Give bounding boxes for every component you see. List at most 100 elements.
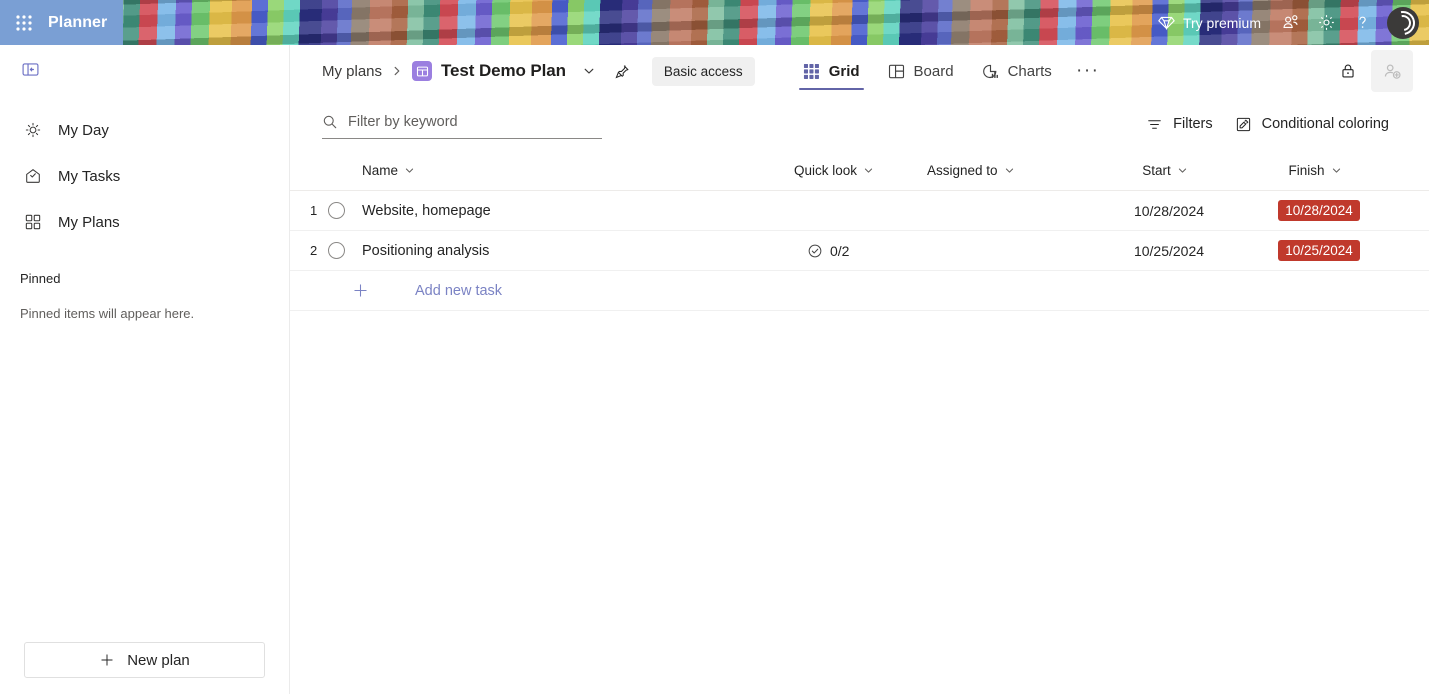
user-avatar[interactable] <box>1387 7 1419 39</box>
new-plan-label: New plan <box>127 652 190 669</box>
column-header-assigned-to[interactable]: Assigned to <box>927 163 1099 178</box>
cell-start-date[interactable]: 10/28/2024 <box>1099 203 1249 219</box>
filters-button[interactable]: Filters <box>1146 116 1212 133</box>
sidebar-item-label: My Plans <box>58 214 120 231</box>
filter-toolbar-right: Filters Conditional coloring <box>1146 116 1389 133</box>
task-name-label: Positioning analysis <box>362 243 489 259</box>
pinned-empty-message: Pinned items will appear here. <box>0 306 289 321</box>
try-premium-label: Try premium <box>1183 15 1261 31</box>
chevron-down-icon <box>863 165 874 176</box>
command-bar-right-actions <box>1331 50 1413 92</box>
plan-dropdown-chevron-down-icon[interactable] <box>576 58 602 84</box>
conditional-coloring-button[interactable]: Conditional coloring <box>1235 116 1389 133</box>
column-header-finish[interactable]: Finish <box>1249 163 1399 178</box>
chevron-down-icon <box>1331 165 1342 176</box>
charts-pie-icon <box>982 63 999 80</box>
tab-label: Grid <box>829 63 860 80</box>
search-field-wrapper <box>322 109 602 139</box>
task-grid: Name Quick look <box>290 151 1429 694</box>
question-mark-icon[interactable] <box>1345 6 1379 40</box>
tabs-overflow-menu-button[interactable]: ··· <box>1072 55 1104 87</box>
pin-icon[interactable] <box>608 56 638 86</box>
plus-icon <box>352 282 390 299</box>
table-row[interactable]: 1 Website, homepage 10/28/2024 10/28/2 <box>290 191 1429 231</box>
start-date-value: 10/25/2024 <box>1099 243 1249 259</box>
chevron-right-icon <box>391 65 403 77</box>
sidebar-item-label: My Tasks <box>58 168 120 185</box>
tasks-envelope-check-icon <box>22 165 44 187</box>
app-title: Planner <box>48 14 107 32</box>
column-header-name[interactable]: Name <box>362 163 794 178</box>
cell-start-date[interactable]: 10/25/2024 <box>1099 243 1249 259</box>
finish-date-overdue-badge: 10/28/2024 <box>1278 200 1360 221</box>
column-header-label: Start <box>1142 163 1171 178</box>
tab-charts[interactable]: Charts <box>968 45 1066 97</box>
waffle-grid-icon[interactable] <box>10 9 38 37</box>
view-tabs: Grid Board <box>789 45 1104 97</box>
finish-date-overdue-badge: 10/25/2024 <box>1278 240 1360 261</box>
column-header-start[interactable]: Start <box>1099 163 1249 178</box>
sidebar-collapse-row <box>0 45 289 93</box>
column-header-label: Assigned to <box>927 163 998 178</box>
sun-icon <box>22 119 44 141</box>
grid-icon <box>803 63 820 80</box>
cell-finish-date[interactable]: 10/25/2024 <box>1249 240 1399 261</box>
filter-toolbar: Filters Conditional coloring <box>290 97 1429 151</box>
task-complete-circle-icon[interactable] <box>328 242 345 259</box>
start-date-value: 10/28/2024 <box>1099 203 1249 219</box>
grid-empty-space <box>290 311 1429 694</box>
topbar-brand-area: Planner <box>0 0 123 45</box>
add-person-icon[interactable] <box>1371 50 1413 92</box>
horizontal-scrollbar[interactable] <box>290 688 1429 694</box>
app-shell: My Day My Tasks <box>0 45 1429 694</box>
breadcrumb-my-plans[interactable]: My plans <box>322 63 382 80</box>
page-title: Test Demo Plan <box>441 61 566 81</box>
add-new-task-label: Add new task <box>415 283 502 299</box>
row-index: 1 <box>290 203 328 218</box>
plan-grid-icon <box>412 61 432 81</box>
task-complete-circle-icon[interactable] <box>328 202 345 219</box>
plus-icon <box>99 652 115 668</box>
new-plan-button[interactable]: New plan <box>24 642 265 678</box>
top-app-bar: Planner Try premium <box>0 0 1429 45</box>
column-header-quick-look[interactable]: Quick look <box>794 163 927 178</box>
cell-task-name[interactable]: Website, homepage <box>362 203 794 219</box>
add-new-task-row[interactable]: Add new task <box>290 271 1429 311</box>
lock-icon[interactable] <box>1331 54 1365 88</box>
column-header-label: Quick look <box>794 163 857 178</box>
table-row[interactable]: 2 Positioning analysis 0/2 <box>290 231 1429 271</box>
chevron-down-icon <box>404 165 415 176</box>
filter-icon <box>1146 116 1163 133</box>
left-sidebar: My Day My Tasks <box>0 45 290 694</box>
chevron-down-icon <box>1177 165 1188 176</box>
cell-task-name[interactable]: Positioning analysis <box>362 243 794 259</box>
feedback-people-icon[interactable] <box>1273 6 1307 40</box>
try-premium-button[interactable]: Try premium <box>1148 8 1271 37</box>
collapse-panel-icon[interactable] <box>18 57 42 81</box>
sidebar-footer: New plan <box>0 642 289 694</box>
search-input[interactable] <box>348 114 602 130</box>
sidebar-nav: My Day My Tasks <box>0 107 289 245</box>
tab-grid[interactable]: Grid <box>789 45 874 97</box>
task-name-label: Website, homepage <box>362 203 491 219</box>
sidebar-item-my-day[interactable]: My Day <box>0 107 289 153</box>
column-header-label: Finish <box>1288 163 1324 178</box>
gear-icon[interactable] <box>1309 6 1343 40</box>
sidebar-item-my-plans[interactable]: My Plans <box>0 199 289 245</box>
quick-look-value: 0/2 <box>830 243 849 259</box>
diamond-icon <box>1158 14 1175 31</box>
chevron-down-icon <box>1004 165 1015 176</box>
tab-board[interactable]: Board <box>874 45 968 97</box>
grid-header-row: Name Quick look <box>290 151 1429 191</box>
access-badge[interactable]: Basic access <box>652 57 755 86</box>
main-content: My plans Test Demo Plan <box>290 45 1429 694</box>
cell-finish-date[interactable]: 10/28/2024 <box>1249 200 1399 221</box>
sidebar-item-my-tasks[interactable]: My Tasks <box>0 153 289 199</box>
row-index: 2 <box>290 243 328 258</box>
row-complete-toggle-cell <box>328 242 362 259</box>
tab-label: Board <box>914 63 954 80</box>
filters-label: Filters <box>1173 116 1212 132</box>
search-icon <box>322 114 338 130</box>
row-complete-toggle-cell <box>328 202 362 219</box>
cell-quick-look[interactable]: 0/2 <box>794 243 927 259</box>
